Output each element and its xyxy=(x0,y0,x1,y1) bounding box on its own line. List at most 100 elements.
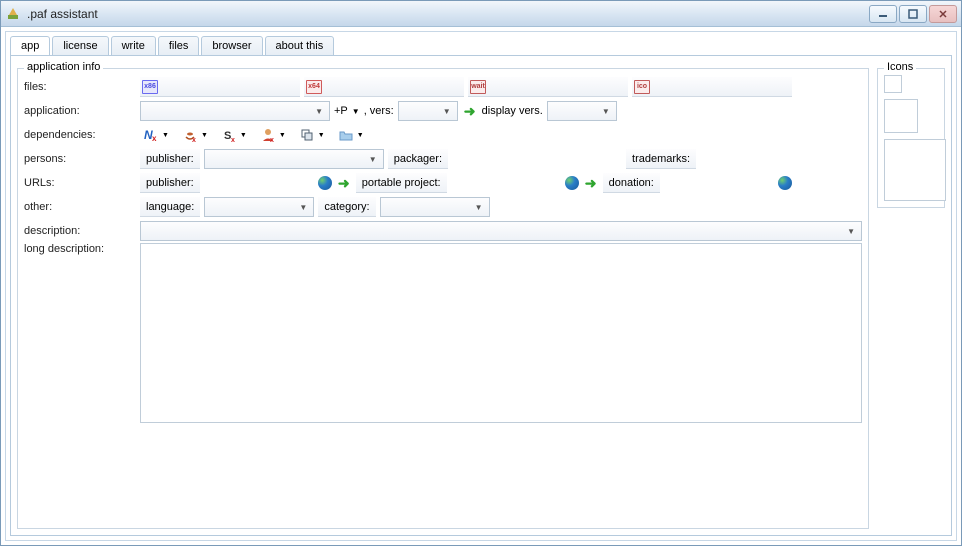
dep-java-button[interactable]: x xyxy=(179,125,201,145)
dep-copy-button[interactable] xyxy=(296,125,318,145)
maximize-button[interactable] xyxy=(899,5,927,23)
file-wait-slot[interactable]: wait xyxy=(468,77,628,97)
application-combo[interactable]: ▼ xyxy=(140,101,330,121)
tab-write[interactable]: write xyxy=(111,36,156,56)
donation-label: donation: xyxy=(603,173,660,193)
url-publisher-label: publisher: xyxy=(140,173,200,193)
description-label: description: xyxy=(24,225,136,237)
dep-ghostscript-button[interactable]: Sx xyxy=(218,125,240,145)
portable-project-label: portable project: xyxy=(356,173,447,193)
files-row: files: x86 x64 wait ico xyxy=(24,75,862,99)
apply-version-button[interactable]: ➜ xyxy=(462,103,478,119)
x64-icon: x64 xyxy=(306,80,322,94)
go-portable-button[interactable]: ➜ xyxy=(583,175,599,191)
icon-preview-large[interactable] xyxy=(884,139,946,201)
dep-admin-dropdown[interactable]: ▼ xyxy=(279,132,286,139)
svg-text:x: x xyxy=(192,137,196,143)
trademarks-input[interactable] xyxy=(700,149,862,169)
vers-combo[interactable]: ▼ xyxy=(398,101,458,121)
display-vers-combo[interactable]: ▼ xyxy=(547,101,617,121)
dep-net-dropdown[interactable]: ▼ xyxy=(162,132,169,139)
publisher-person-label: publisher: xyxy=(140,149,200,169)
description-combo[interactable]: ▼ xyxy=(140,221,862,241)
titlebar: .paf assistant xyxy=(1,1,961,27)
chevron-down-icon: ▼ xyxy=(843,227,859,236)
file-x64-slot[interactable]: x64 xyxy=(304,77,464,97)
packager-input[interactable] xyxy=(452,149,622,169)
ico-icon: ico xyxy=(634,80,650,94)
dep-copy-dropdown[interactable]: ▼ xyxy=(318,132,325,139)
icons-legend: Icons xyxy=(884,61,916,73)
application-info-fieldset: application info files: x86 x64 wait ico… xyxy=(17,68,869,529)
dep-net-button[interactable]: Nx xyxy=(140,125,162,145)
packager-label: packager: xyxy=(388,149,448,169)
dep-admin-button[interactable]: x xyxy=(257,125,279,145)
globe-icon xyxy=(565,176,579,190)
tab-body: application info files: x86 x64 wait ico… xyxy=(10,55,952,536)
tab-browser[interactable]: browser xyxy=(201,36,262,56)
chevron-down-icon: ▼ xyxy=(439,107,455,116)
description-row: description: ▼ xyxy=(24,219,862,243)
urls-label: URLs: xyxy=(24,177,136,189)
dependencies-label: dependencies: xyxy=(24,129,136,141)
content: app license write files browser about th… xyxy=(5,31,957,541)
long-description-textarea[interactable] xyxy=(140,243,862,423)
window-controls xyxy=(869,5,957,23)
files-label: files: xyxy=(24,81,136,93)
persons-row: persons: publisher: ▼ packager: trademar… xyxy=(24,147,862,171)
tab-about[interactable]: about this xyxy=(265,36,335,56)
plus-p-label[interactable]: +P xyxy=(334,105,348,117)
chevron-down-icon: ▼ xyxy=(365,155,381,164)
app-window: .paf assistant app license write files b… xyxy=(0,0,962,546)
application-label: application: xyxy=(24,105,136,117)
publisher-person-combo[interactable]: ▼ xyxy=(204,149,384,169)
long-description-row: long description: xyxy=(24,243,862,522)
language-combo[interactable]: ▼ xyxy=(204,197,314,217)
dep-ghostscript-dropdown[interactable]: ▼ xyxy=(240,132,247,139)
icons-column: Icons xyxy=(877,62,945,529)
dependency-toolbar: Nx▼ x▼ Sx▼ x▼ ▼ ▼ xyxy=(140,125,372,145)
icons-fieldset: Icons xyxy=(877,68,945,208)
main-column: application info files: x86 x64 wait ico… xyxy=(17,62,869,529)
file-x86-slot[interactable]: x86 xyxy=(140,77,300,97)
tab-app[interactable]: app xyxy=(10,36,50,56)
plus-p-dropdown[interactable]: ▼ xyxy=(352,107,360,116)
long-description-label: long description: xyxy=(24,243,136,255)
dep-java-dropdown[interactable]: ▼ xyxy=(201,132,208,139)
other-row: other: language: ▼ category: ▼ xyxy=(24,195,862,219)
dep-folder-dropdown[interactable]: ▼ xyxy=(357,132,364,139)
application-row: application: ▼ +P ▼ , vers: ▼ ➜ display … xyxy=(24,99,862,123)
globe-icon xyxy=(318,176,332,190)
close-button[interactable] xyxy=(929,5,957,23)
language-label: language: xyxy=(140,197,200,217)
other-label: other: xyxy=(24,201,136,213)
vers-label: , vers: xyxy=(364,105,394,117)
minimize-button[interactable] xyxy=(869,5,897,23)
persons-label: persons: xyxy=(24,153,136,165)
display-vers-label: display vers. xyxy=(482,105,543,117)
globe-icon xyxy=(778,176,792,190)
tab-files[interactable]: files xyxy=(158,36,200,56)
chevron-down-icon: ▼ xyxy=(598,107,614,116)
x86-icon: x86 xyxy=(142,80,158,94)
trademarks-label: trademarks: xyxy=(626,149,696,169)
file-ico-slot[interactable]: ico xyxy=(632,77,792,97)
window-title: .paf assistant xyxy=(27,7,869,21)
urls-row: URLs: publisher: ➜ portable project: ➜ d… xyxy=(24,171,862,195)
icon-preview-medium[interactable] xyxy=(884,99,918,133)
svg-text:x: x xyxy=(152,134,157,143)
chevron-down-icon: ▼ xyxy=(471,203,487,212)
chevron-down-icon: ▼ xyxy=(295,203,311,212)
category-label: category: xyxy=(318,197,375,217)
svg-text:x: x xyxy=(270,137,274,143)
chevron-down-icon: ▼ xyxy=(311,107,327,116)
category-combo[interactable]: ▼ xyxy=(380,197,490,217)
go-publisher-button[interactable]: ➜ xyxy=(336,175,352,191)
dependencies-row: dependencies: Nx▼ x▼ Sx▼ x▼ ▼ ▼ xyxy=(24,123,862,147)
svg-text:x: x xyxy=(231,137,235,143)
tab-license[interactable]: license xyxy=(52,36,108,56)
icon-preview-small[interactable] xyxy=(884,75,902,93)
app-icon xyxy=(5,6,21,22)
tabstrip: app license write files browser about th… xyxy=(10,36,952,56)
dep-folder-button[interactable] xyxy=(335,125,357,145)
